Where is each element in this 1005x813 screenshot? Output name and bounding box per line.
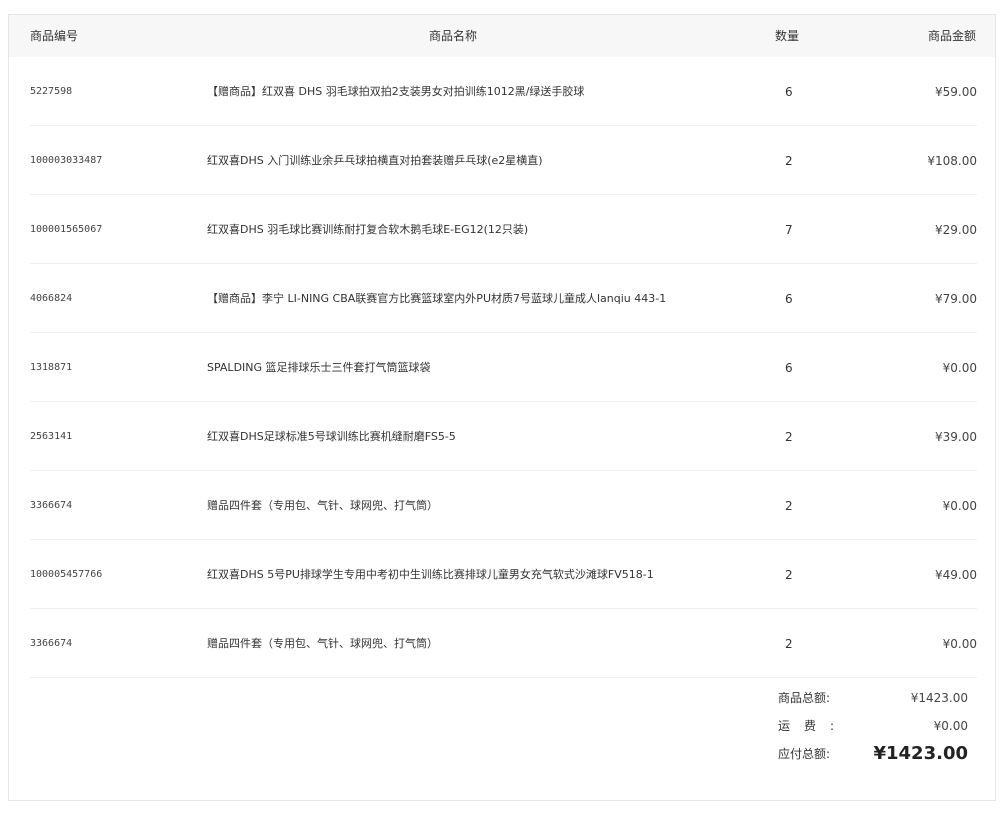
item-name: 红双喜DHS 5号PU排球学生专用中考初中生训练比赛排球儿童男女充气软式沙滩球F…	[207, 568, 654, 581]
item-amount: ¥59.00	[935, 85, 977, 99]
item-id: 1318871	[30, 362, 73, 373]
item-quantity: 2	[785, 154, 793, 168]
table-row: 2563141 红双喜DHS足球标准5号球训练比赛机缝耐磨FS5-5 2 ¥39…	[30, 402, 977, 471]
item-id: 3366674	[30, 638, 73, 649]
subtotal-value: ¥1423.00	[910, 691, 968, 705]
item-name: SPALDING 篮足排球乐士三件套打气筒篮球袋	[207, 361, 431, 374]
item-amount: ¥108.00	[927, 154, 977, 168]
total-line: 应付总额: ¥1423.00	[778, 743, 968, 774]
item-id: 100003033487	[30, 155, 103, 166]
subtotal-line: 商品总额: ¥1423.00	[778, 690, 968, 718]
item-id: 5227598	[30, 86, 73, 97]
table-row: 4066824 【赠商品】李宁 LI-NING CBA联赛官方比赛篮球室内外PU…	[30, 264, 977, 333]
item-name: 红双喜DHS足球标准5号球训练比赛机缝耐磨FS5-5	[207, 430, 456, 443]
item-amount: ¥39.00	[935, 430, 977, 444]
shipping-label: 运费:	[778, 719, 849, 733]
header-item-name: 商品名称	[429, 29, 478, 43]
item-name: 【赠商品】红双喜 DHS 羽毛球拍双拍2支装男女对拍训练1012黑/绿送手胶球	[207, 85, 585, 98]
order-items-panel: 商品编号 商品名称 数量 商品金额 5227598 【赠商品】红双喜 DHS 羽…	[8, 14, 996, 801]
item-id: 100001565067	[30, 224, 103, 235]
item-id: 4066824	[30, 293, 73, 304]
item-quantity: 2	[785, 637, 793, 651]
table-row: 1318871 SPALDING 篮足排球乐士三件套打气筒篮球袋 6 ¥0.00	[30, 333, 977, 402]
item-amount: ¥79.00	[935, 292, 977, 306]
item-name: 赠品四件套（专用包、气针、球网兜、打气筒）	[207, 499, 438, 512]
table-row: 3366674 赠品四件套（专用包、气针、球网兜、打气筒） 2 ¥0.00	[30, 609, 977, 678]
item-name: 【赠商品】李宁 LI-NING CBA联赛官方比赛篮球室内外PU材质7号蓝球儿童…	[207, 292, 667, 305]
header-item-id: 商品编号	[30, 29, 79, 43]
item-id: 100005457766	[30, 569, 103, 580]
item-quantity: 2	[785, 568, 793, 582]
item-amount: ¥0.00	[942, 361, 977, 375]
table-row: 100005457766 红双喜DHS 5号PU排球学生专用中考初中生训练比赛排…	[30, 540, 977, 609]
shipping-line: 运费: ¥0.00	[778, 718, 968, 746]
item-quantity: 2	[785, 430, 793, 444]
header-amount: 商品金额	[927, 29, 976, 43]
item-name: 红双喜DHS 入门训练业余乒乓球拍横直对拍套装赠乒乓球(e2星横直)	[207, 154, 543, 167]
table-row: 5227598 【赠商品】红双喜 DHS 羽毛球拍双拍2支装男女对拍训练1012…	[30, 57, 977, 126]
item-id: 2563141	[30, 431, 73, 442]
item-id: 3366674	[30, 500, 73, 511]
header-quantity: 数量	[775, 29, 800, 43]
table-header: 商品编号 商品名称 数量 商品金额	[9, 15, 995, 57]
table-row: 3366674 赠品四件套（专用包、气针、球网兜、打气筒） 2 ¥0.00	[30, 471, 977, 540]
shipping-value: ¥0.00	[933, 719, 968, 733]
item-amount: ¥49.00	[935, 568, 977, 582]
table-row: 100001565067 红双喜DHS 羽毛球比赛训练耐打复合软木鹅毛球E-EG…	[30, 195, 977, 264]
item-quantity: 6	[785, 361, 793, 375]
total-value: ¥1423.00	[873, 743, 968, 764]
table-row: 100003033487 红双喜DHS 入门训练业余乒乓球拍横直对拍套装赠乒乓球…	[30, 126, 977, 195]
total-label: 应付总额:	[778, 747, 831, 761]
order-summary: 商品总额: ¥1423.00 运费: ¥0.00 应付总额: ¥1423.00	[778, 690, 968, 774]
item-amount: ¥0.00	[942, 637, 977, 651]
item-amount: ¥0.00	[942, 499, 977, 513]
item-quantity: 6	[785, 85, 793, 99]
subtotal-label: 商品总额:	[778, 691, 831, 705]
item-name: 红双喜DHS 羽毛球比赛训练耐打复合软木鹅毛球E-EG12(12只装)	[207, 223, 529, 236]
item-name: 赠品四件套（专用包、气针、球网兜、打气筒）	[207, 637, 438, 650]
table-body: 5227598 【赠商品】红双喜 DHS 羽毛球拍双拍2支装男女对拍训练1012…	[30, 57, 977, 678]
item-amount: ¥29.00	[935, 223, 977, 237]
item-quantity: 2	[785, 499, 793, 513]
item-quantity: 6	[785, 292, 793, 306]
item-quantity: 7	[785, 223, 793, 237]
